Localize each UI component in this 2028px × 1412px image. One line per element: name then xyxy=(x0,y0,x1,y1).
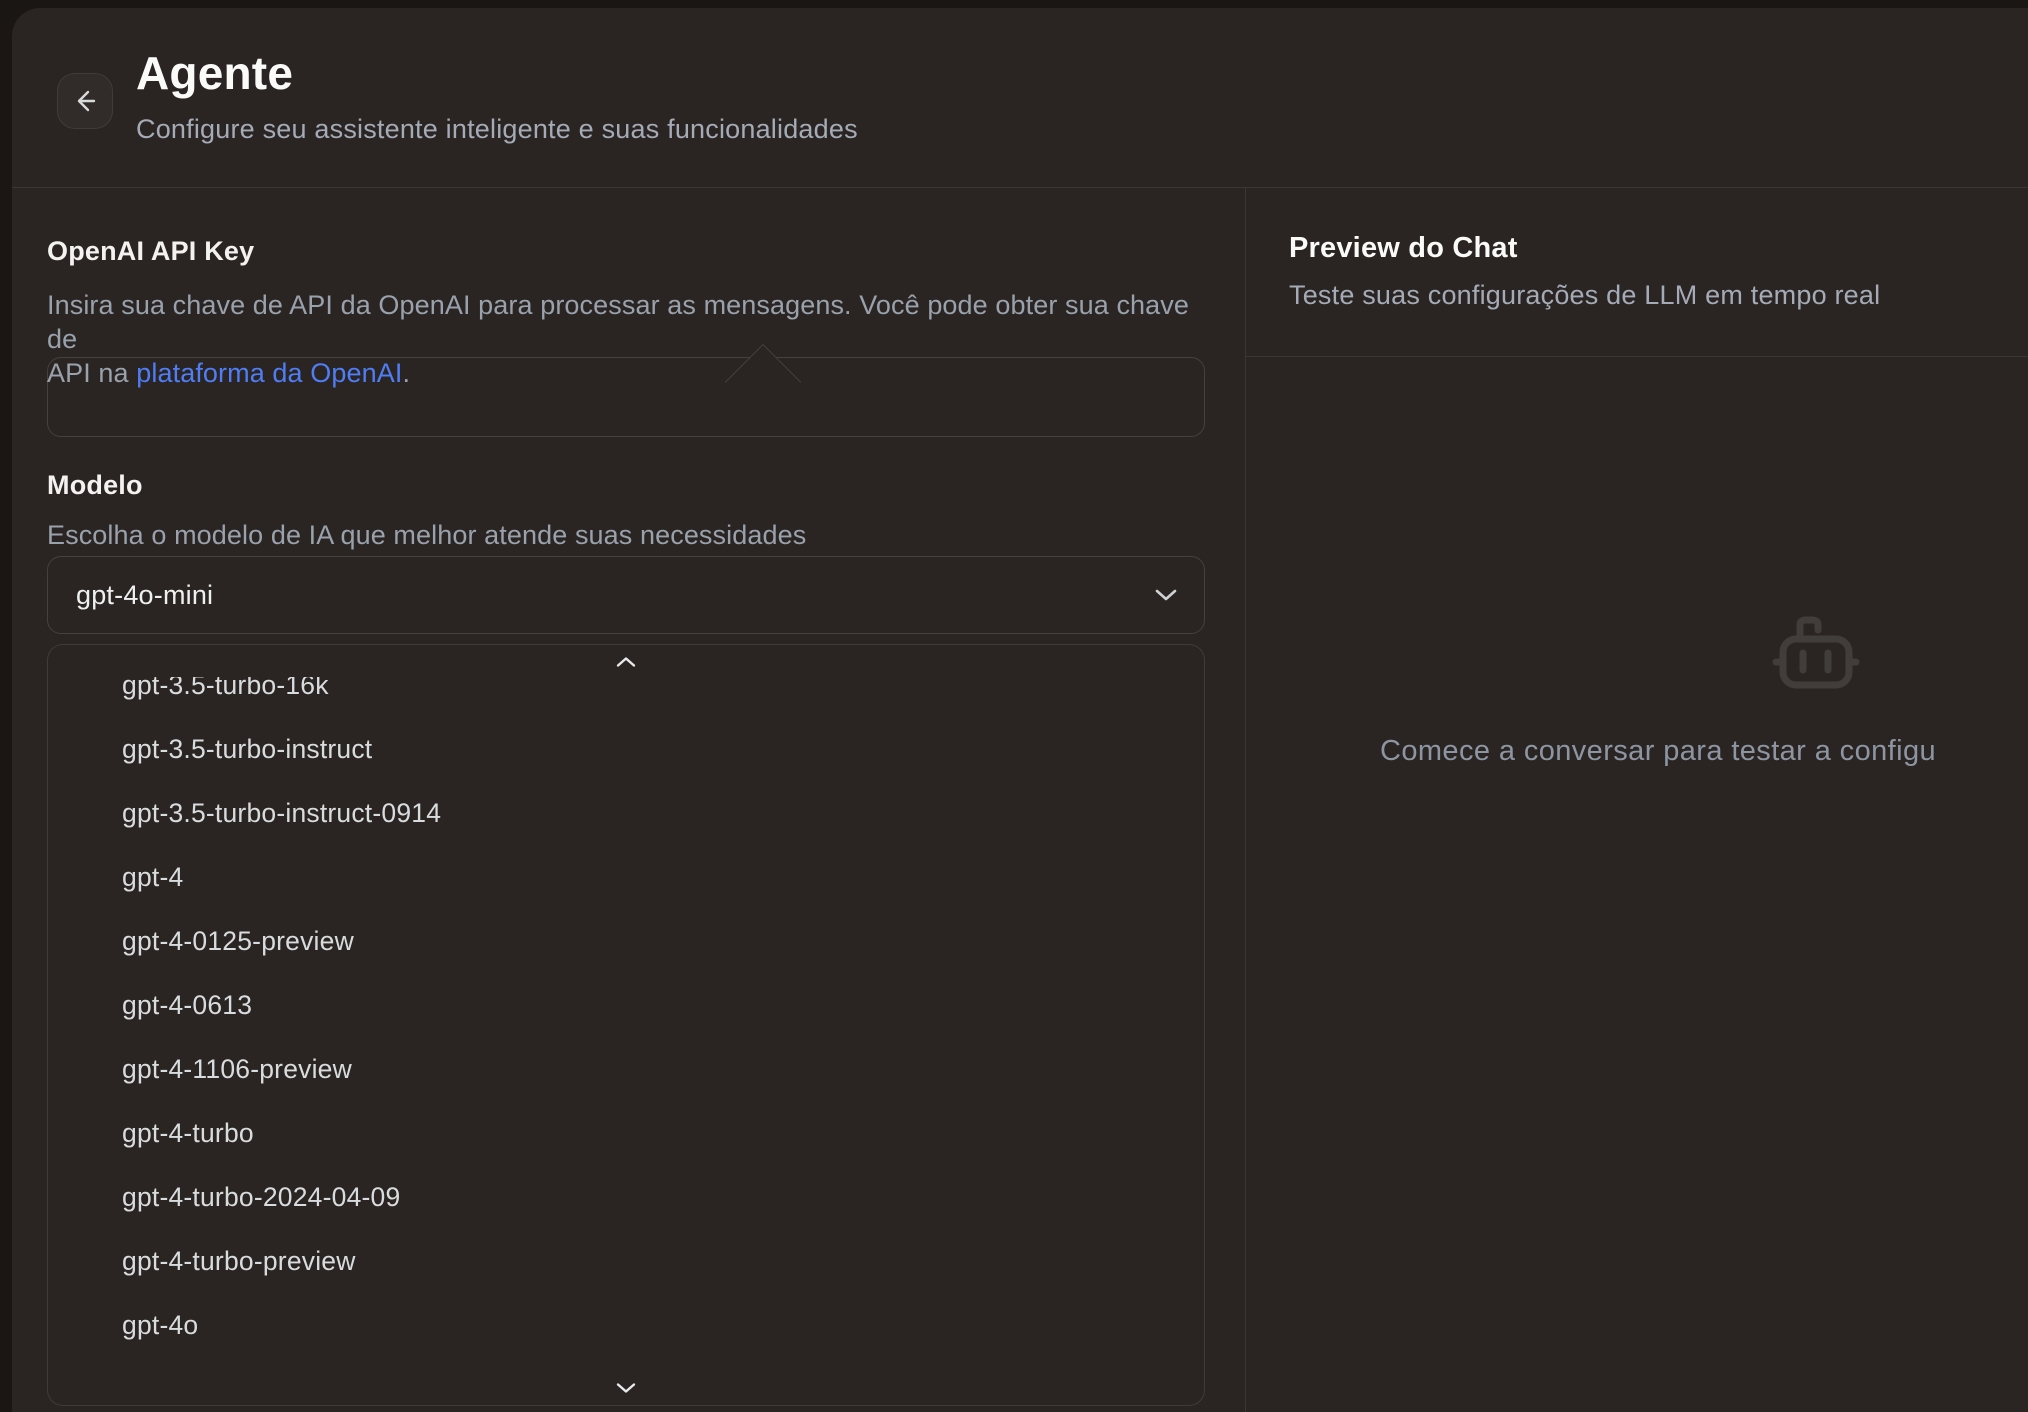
model-option[interactable]: gpt-4-0125-preview xyxy=(48,909,1204,973)
robot-icon xyxy=(1770,612,1862,701)
model-option[interactable]: gpt-4-turbo-preview xyxy=(48,1229,1204,1293)
model-option[interactable]: gpt-4-0613 xyxy=(48,973,1204,1037)
chevron-up-icon xyxy=(614,655,638,669)
chevron-down-icon xyxy=(614,1381,638,1395)
chat-empty-state-text: Comece a conversar para testar a configu xyxy=(1380,735,1936,768)
back-button[interactable] xyxy=(57,73,113,129)
model-option[interactable]: gpt-4-turbo-2024-04-09 xyxy=(48,1165,1204,1229)
dropdown-options-viewport: gpt-3.5-turbo-16kgpt-3.5-turbo-instructg… xyxy=(48,677,1204,1371)
api-key-input[interactable] xyxy=(47,357,1205,437)
panel-vertical-divider xyxy=(1245,188,1246,1412)
api-key-description-line1: Insira sua chave de API da OpenAI para p… xyxy=(47,290,1189,354)
dropdown-scroll-up-button[interactable] xyxy=(48,655,1204,669)
header-divider xyxy=(12,187,2028,188)
model-option[interactable]: gpt-4 xyxy=(48,845,1204,909)
model-option[interactable]: gpt-4o xyxy=(48,1293,1204,1357)
model-dropdown: gpt-3.5-turbo-16kgpt-3.5-turbo-instructg… xyxy=(47,644,1205,1406)
model-select[interactable]: gpt-4o-mini xyxy=(47,556,1205,634)
dropdown-scroll-down-button[interactable] xyxy=(48,1381,1204,1395)
model-option[interactable]: gpt-3.5-turbo-instruct xyxy=(48,717,1204,781)
preview-subtitle: Teste suas configurações de LLM em tempo… xyxy=(1289,280,1880,311)
agent-config-screen: Agente Configure seu assistente intelige… xyxy=(0,0,2028,1412)
model-option[interactable]: gpt-3.5-turbo-instruct-0914 xyxy=(48,781,1204,845)
main-panel: Agente Configure seu assistente intelige… xyxy=(12,8,2028,1412)
preview-title: Preview do Chat xyxy=(1289,232,1518,265)
page-title: Agente xyxy=(136,46,293,100)
model-option[interactable]: gpt-4-turbo xyxy=(48,1101,1204,1165)
model-option[interactable]: gpt-4-1106-preview xyxy=(48,1037,1204,1101)
model-option[interactable]: gpt-3.5-turbo-16k xyxy=(48,677,1204,717)
dropdown-options-list: gpt-3.5-turbo-16kgpt-3.5-turbo-instructg… xyxy=(48,677,1204,1357)
api-key-label: OpenAI API Key xyxy=(47,236,254,267)
page-subtitle: Configure seu assistente inteligente e s… xyxy=(136,114,858,145)
chevron-down-icon xyxy=(1153,587,1179,603)
model-select-value: gpt-4o-mini xyxy=(76,580,213,611)
model-description: Escolha o modelo de IA que melhor atende… xyxy=(47,518,1205,552)
model-label: Modelo xyxy=(47,470,143,501)
preview-header-divider xyxy=(1246,356,2028,357)
arrow-left-icon xyxy=(71,87,99,115)
